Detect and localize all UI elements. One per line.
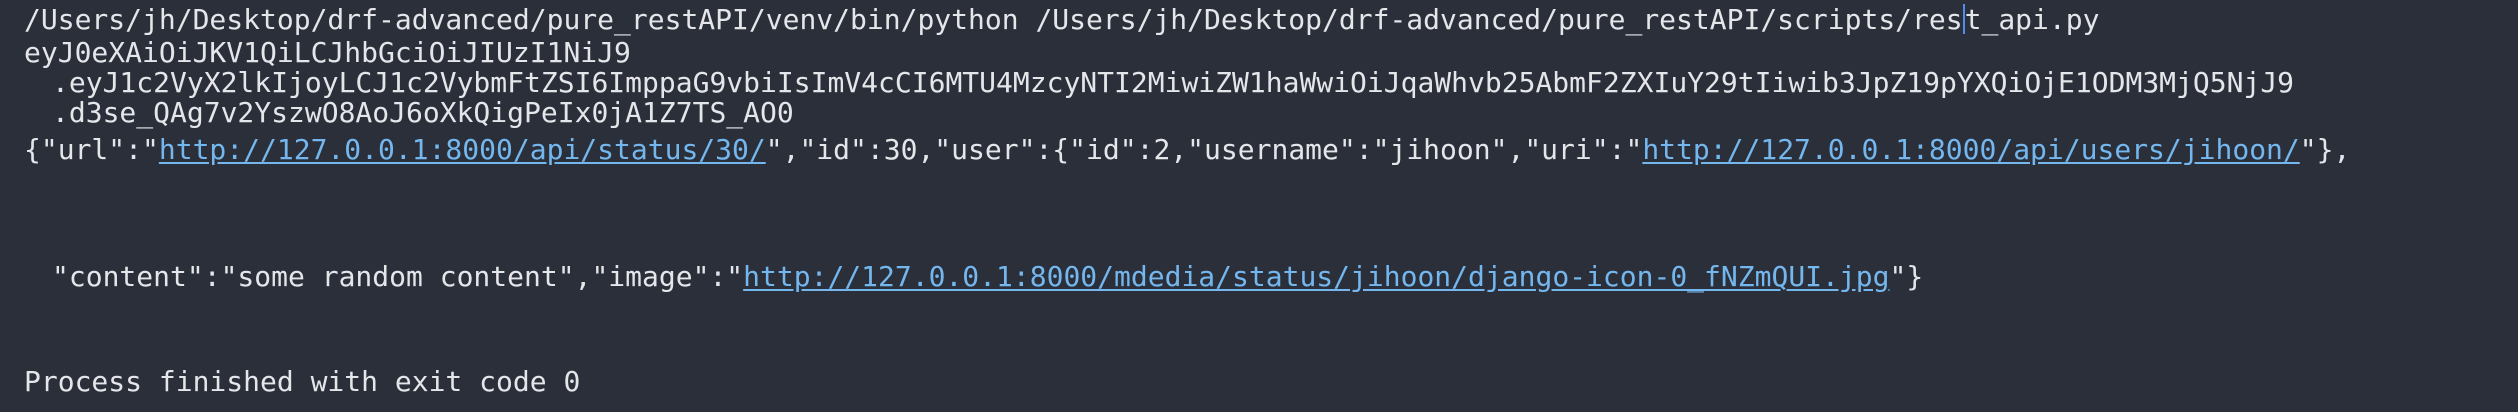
user-uri-link[interactable]: http://127.0.0.1:8000/api/users/jihoon/ [1642, 133, 2299, 166]
json-text: "content":"some random content","image":… [52, 260, 744, 293]
token-signature-line: .d3se_QAg7v2YszwO8AoJ6oXkQigPeIx0jA1Z7TS… [52, 96, 794, 129]
json-response-line-1: {"url":"http://127.0.0.1:8000/api/status… [24, 130, 2350, 170]
json-text: {"url":" [24, 133, 159, 166]
status-url-link[interactable]: http://127.0.0.1:8000/api/status/30/ [159, 133, 766, 166]
image-url-link[interactable]: http://127.0.0.1:8000/mdedia/status/jiho… [743, 260, 1889, 293]
process-exit-message: Process finished with exit code 0 [24, 365, 581, 398]
json-response-line-2: "content":"some random content","image":… [52, 257, 1923, 297]
json-text: ","id":30,"user":{"id":2,"username":"jih… [765, 133, 1643, 166]
command-text-before-caret: /Users/jh/Desktop/drf-advanced/pure_rest… [24, 3, 1963, 36]
json-text: "}, [2299, 133, 2351, 166]
command-text-after-caret: t_api.py [1964, 3, 2100, 36]
run-console-output: /Users/jh/Desktop/drf-advanced/pure_rest… [0, 0, 2518, 412]
json-text: "} [1889, 260, 1924, 293]
